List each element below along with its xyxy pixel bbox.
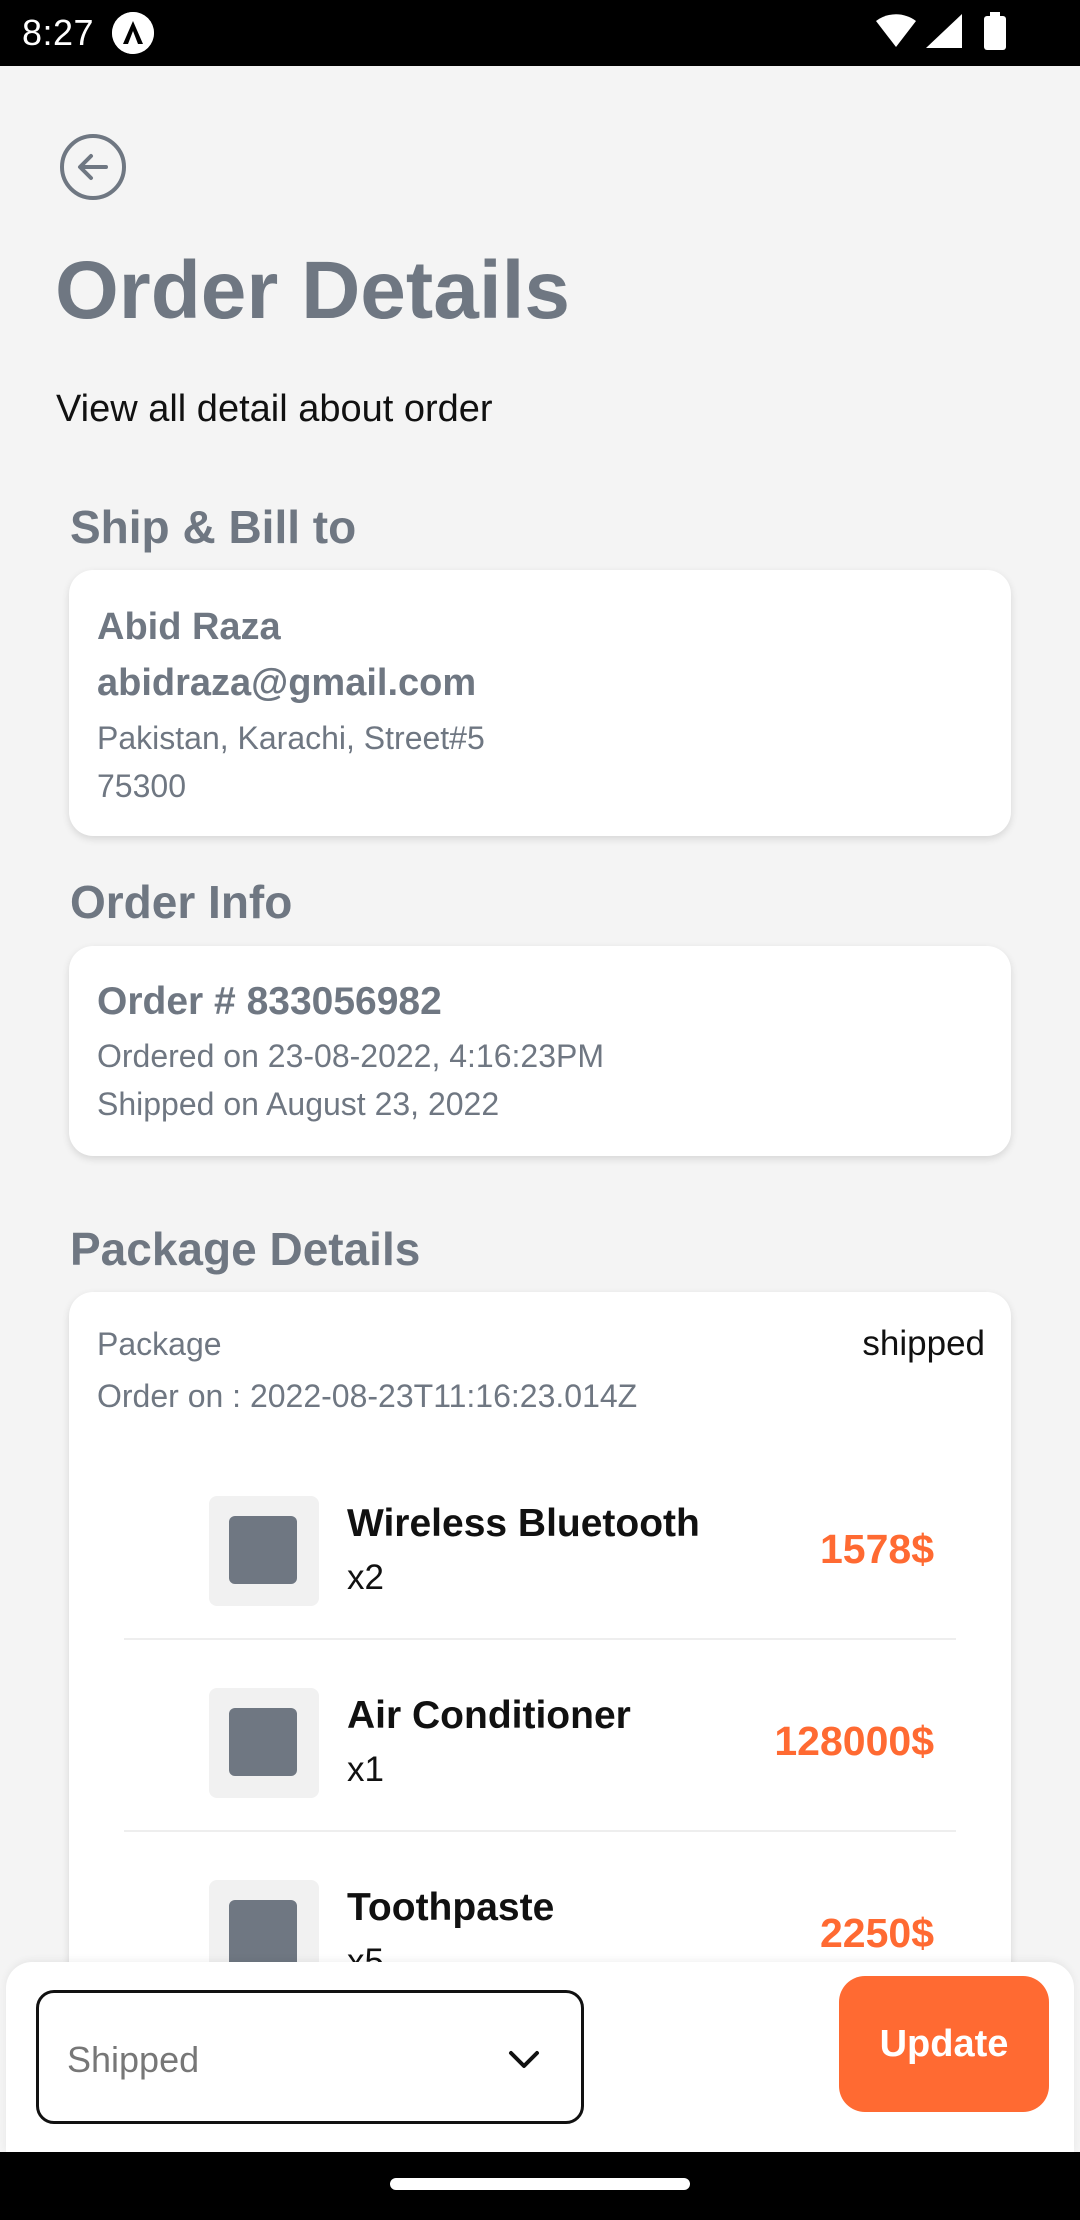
order-info-card: Order # 833056982 Ordered on 23-08-2022,…	[69, 946, 1011, 1156]
divider	[124, 1830, 956, 1832]
customer-postal-code: 75300	[97, 768, 186, 804]
ordered-on: Ordered on 23-08-2022, 4:16:23PM	[97, 1038, 604, 1074]
chevron-down-icon	[509, 2051, 539, 2068]
wifi-icon	[876, 14, 916, 53]
status-bar: 8:27	[0, 0, 1080, 66]
package-order-date: Order on : 2022-08-23T11:16:23.014Z	[97, 1378, 638, 1414]
package-details-section-title: Package Details	[70, 1223, 421, 1275]
customer-email: abidraza@gmail.com	[97, 662, 477, 704]
ship-bill-section-title: Ship & Bill to	[70, 501, 357, 553]
package-label: Package	[97, 1326, 222, 1362]
update-button[interactable]: Update	[839, 1976, 1049, 2112]
status-dropdown[interactable]: Shipped	[36, 1990, 584, 2124]
customer-address: Pakistan, Karachi, Street#5	[97, 720, 485, 756]
page-title: Order Details	[55, 245, 570, 336]
item-price: 128000$	[774, 1718, 934, 1764]
item-name: Air Conditioner	[347, 1694, 631, 1737]
item-quantity: x2	[347, 1558, 384, 1597]
item-price: 1578$	[819, 1526, 934, 1572]
shipped-on: Shipped on August 23, 2022	[97, 1086, 500, 1122]
selected-status: Shipped	[67, 2039, 200, 2080]
back-button[interactable]	[60, 134, 126, 200]
arrow-left-circle-icon	[60, 134, 126, 200]
app-notification-icon	[112, 12, 154, 54]
ship-bill-card: Abid Raza abidraza@gmail.com Pakistan, K…	[69, 570, 1011, 836]
battery-icon	[984, 12, 1006, 55]
home-indicator[interactable]	[390, 2178, 690, 2190]
status-time: 8:27	[22, 12, 95, 53]
customer-name: Abid Raza	[97, 606, 281, 648]
item-name: Wireless Bluetooth	[347, 1502, 700, 1545]
package-details-card: Package shipped Order on : 2022-08-23T11…	[69, 1292, 1011, 2002]
order-info-section-title: Order Info	[70, 876, 293, 928]
divider	[124, 1638, 956, 1640]
item-quantity: x1	[347, 1750, 384, 1789]
item-price: 2250$	[819, 1910, 934, 1956]
product-image	[209, 1688, 319, 1798]
package-status: shipped	[862, 1324, 985, 1363]
product-image	[209, 1496, 319, 1606]
bottom-action-bar: Shipped Update	[6, 1962, 1074, 2152]
page-subtitle: View all detail about order	[56, 388, 493, 430]
system-navigation-bar	[0, 2152, 1080, 2220]
order-number: Order # 833056982	[97, 980, 442, 1023]
signal-icon	[926, 14, 962, 53]
item-name: Toothpaste	[347, 1886, 555, 1929]
